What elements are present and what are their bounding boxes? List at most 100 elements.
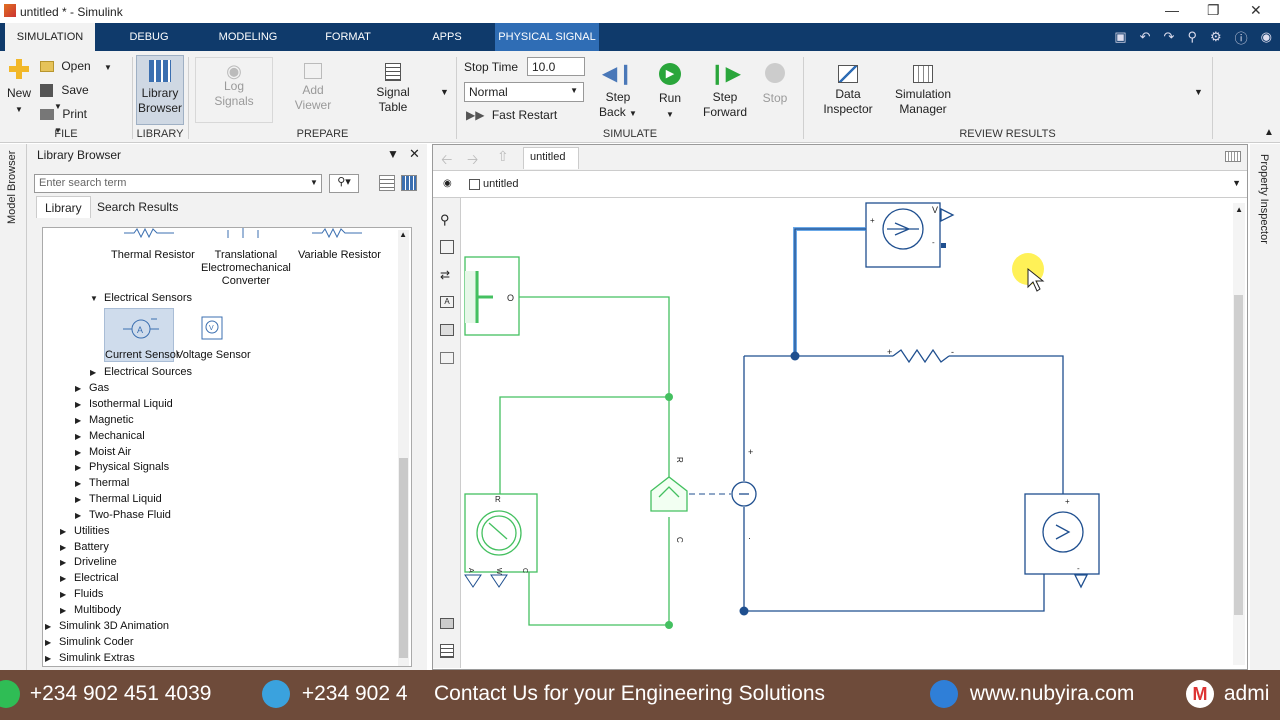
block-voltage-sensor[interactable]: Voltage Sensor bbox=[176, 349, 251, 361]
tab-debug[interactable]: DEBUG bbox=[118, 23, 180, 51]
collapse-ribbon-icon[interactable]: ▲ bbox=[1264, 125, 1274, 140]
tree-item[interactable]: ▶ Moist Air bbox=[75, 446, 131, 458]
tree-item[interactable]: ▶ Thermal Liquid bbox=[75, 493, 162, 505]
block-thermal-resistor[interactable]: Thermal Resistor bbox=[111, 249, 195, 261]
arrows-icon[interactable]: ⇄ bbox=[440, 268, 450, 282]
community-icon[interactable]: ⚙ bbox=[1210, 29, 1222, 45]
stop-time-input[interactable]: 10.0 bbox=[527, 57, 585, 76]
block-current-sensor[interactable]: Current Sensor bbox=[105, 349, 180, 361]
fit-view-icon[interactable] bbox=[440, 240, 454, 254]
current-sensor-block-bottom[interactable] bbox=[1024, 493, 1100, 575]
simulation-manager-button[interactable]: Simulation Manager bbox=[890, 65, 956, 117]
tree-item[interactable]: ▶ Utilities bbox=[60, 525, 109, 537]
model-browser-strip[interactable]: Model Browser bbox=[0, 144, 27, 670]
sensor2-minus: - bbox=[1077, 564, 1080, 573]
tree-item[interactable]: ▶ Isothermal Liquid bbox=[75, 398, 173, 410]
simulation-mode-select[interactable]: Normal ▼ bbox=[464, 82, 584, 102]
camera-icon[interactable] bbox=[440, 618, 454, 629]
ps-converter-block[interactable] bbox=[650, 476, 688, 512]
open-button[interactable]: Open ▼ bbox=[40, 59, 112, 75]
tree-item[interactable]: ▶ Driveline bbox=[60, 556, 117, 568]
run-button[interactable]: ▶ Run ▼ bbox=[650, 63, 690, 122]
signal-table-button[interactable]: Signal Table bbox=[360, 63, 426, 115]
settings-icon[interactable]: ◉ bbox=[1261, 29, 1272, 45]
tree-item[interactable]: ▶ Simulink Coder bbox=[45, 636, 134, 648]
new-button[interactable]: New ▼ bbox=[4, 59, 34, 117]
block-translational-electromechanical-converter[interactable]: Translational Electromechanical Converte… bbox=[201, 249, 291, 288]
back-arrow-icon[interactable]: 🡠 bbox=[441, 149, 452, 173]
grid-view-icon[interactable] bbox=[401, 175, 417, 191]
tree-item[interactable]: ▶ Two-Phase Fluid bbox=[75, 509, 171, 521]
add-viewer-button[interactable]: Add Viewer bbox=[280, 63, 346, 113]
tab-apps[interactable]: APPS bbox=[425, 23, 469, 51]
tree-item[interactable]: ▶ Magnetic bbox=[75, 414, 134, 426]
log-signals-button[interactable]: ◉ Log Signals bbox=[195, 57, 273, 123]
hide-explorer-icon[interactable]: ◉ bbox=[443, 178, 452, 189]
tree-item[interactable]: ▶ Fluids bbox=[60, 588, 103, 600]
library-browser-button[interactable]: Library Browser bbox=[136, 55, 184, 125]
redo-icon[interactable]: ↷ bbox=[1164, 29, 1175, 45]
up-arrow-icon[interactable]: ⇧ bbox=[497, 148, 509, 165]
save-icon[interactable]: ▣ bbox=[1114, 29, 1126, 45]
tab-simulation[interactable]: SIMULATION bbox=[5, 23, 95, 51]
tab-untitled[interactable]: untitled bbox=[523, 147, 579, 169]
tree-item[interactable]: ▶ Battery bbox=[60, 541, 109, 553]
step-forward-button[interactable]: ❙▶ Step Forward bbox=[700, 63, 750, 120]
restore-button[interactable]: ❐ bbox=[1207, 2, 1220, 19]
address-path[interactable]: untitled bbox=[483, 178, 518, 190]
stop-button[interactable]: Stop bbox=[760, 63, 790, 106]
tree-item[interactable]: ▶ Thermal bbox=[75, 477, 129, 489]
search-icon[interactable]: ⚲ bbox=[1187, 29, 1197, 45]
scroll-up-icon[interactable]: ▲ bbox=[1235, 205, 1243, 214]
forward-arrow-icon[interactable]: 🡢 bbox=[467, 149, 478, 173]
tree-item[interactable]: ▶ Electrical Sources bbox=[90, 366, 192, 378]
close-icon[interactable]: ✕ bbox=[409, 146, 420, 162]
chevron-down-icon[interactable]: ▼ bbox=[1232, 178, 1241, 188]
minimize-button[interactable]: — bbox=[1165, 2, 1179, 18]
prepare-gallery-expand[interactable]: ▼ bbox=[440, 85, 449, 100]
area-icon[interactable] bbox=[440, 352, 454, 364]
property-inspector-tab[interactable]: Property Inspector bbox=[1258, 154, 1270, 244]
tree-item[interactable]: ▶ Physical Signals bbox=[75, 461, 169, 473]
group-prepare: PREPARE bbox=[296, 128, 349, 140]
tree-item[interactable]: ▶ Simulink 3D Animation bbox=[45, 620, 169, 632]
fast-restart-button[interactable]: ▶▶ Fast Restart bbox=[466, 108, 557, 123]
block-variable-resistor[interactable]: Variable Resistor bbox=[298, 249, 381, 261]
save-label: Save bbox=[61, 83, 89, 97]
scroll-up-icon[interactable]: ▲ bbox=[399, 230, 407, 239]
hierarchy-icon[interactable] bbox=[440, 644, 454, 658]
zoom-icon[interactable]: ⚲ bbox=[440, 212, 450, 228]
tab-library[interactable]: Library bbox=[36, 196, 91, 218]
selected-wire[interactable] bbox=[793, 227, 866, 356]
tree-item[interactable]: ▶ Gas bbox=[75, 382, 109, 394]
tree-item[interactable]: ▶ Mechanical bbox=[75, 430, 145, 442]
annotation-icon[interactable]: A bbox=[440, 296, 454, 308]
image-icon[interactable] bbox=[440, 324, 454, 336]
data-inspector-button[interactable]: Data Inspector bbox=[820, 65, 876, 117]
library-search-input[interactable]: Enter search term bbox=[34, 174, 322, 193]
current-sensor-block-top[interactable] bbox=[865, 202, 941, 268]
review-gallery-expand[interactable]: ▼ bbox=[1194, 85, 1203, 100]
tree-label: Simulink 3D Animation bbox=[59, 620, 170, 632]
help-icon[interactable]: ⓘ bbox=[1235, 28, 1248, 47]
chevron-down-icon[interactable]: ▼ bbox=[310, 178, 318, 187]
tree-item[interactable]: ▶ Electrical bbox=[60, 572, 119, 584]
tab-format[interactable]: FORMAT bbox=[318, 23, 378, 51]
keyboard-icon[interactable] bbox=[1225, 151, 1241, 162]
search-options-icon[interactable]: ⚲▾ bbox=[329, 174, 359, 193]
property-inspector-strip[interactable]: Property Inspector bbox=[1250, 144, 1280, 670]
tree-item[interactable]: ▶ Multibody bbox=[60, 604, 121, 616]
tree-electrical-sensors[interactable]: ▼ Electrical Sensors bbox=[90, 292, 192, 304]
tab-search-results[interactable]: Search Results bbox=[89, 196, 186, 218]
canvas-scrollbar-thumb[interactable] bbox=[1234, 295, 1243, 615]
tree-scrollbar-thumb[interactable] bbox=[399, 458, 408, 658]
list-view-icon[interactable] bbox=[379, 175, 395, 191]
panel-menu-icon[interactable]: ▼ bbox=[387, 147, 399, 161]
tree-item[interactable]: ▶ Simulink Extras bbox=[45, 652, 135, 664]
undo-icon[interactable]: ↶ bbox=[1140, 29, 1151, 45]
tab-physical-signal[interactable]: PHYSICAL SIGNAL bbox=[495, 23, 599, 51]
close-button[interactable]: ✕ bbox=[1250, 2, 1262, 19]
tab-modeling[interactable]: MODELING bbox=[212, 23, 284, 51]
step-back-button[interactable]: ◀❙ Step Back ▼ bbox=[598, 63, 638, 121]
model-browser-tab[interactable]: Model Browser bbox=[6, 144, 18, 224]
